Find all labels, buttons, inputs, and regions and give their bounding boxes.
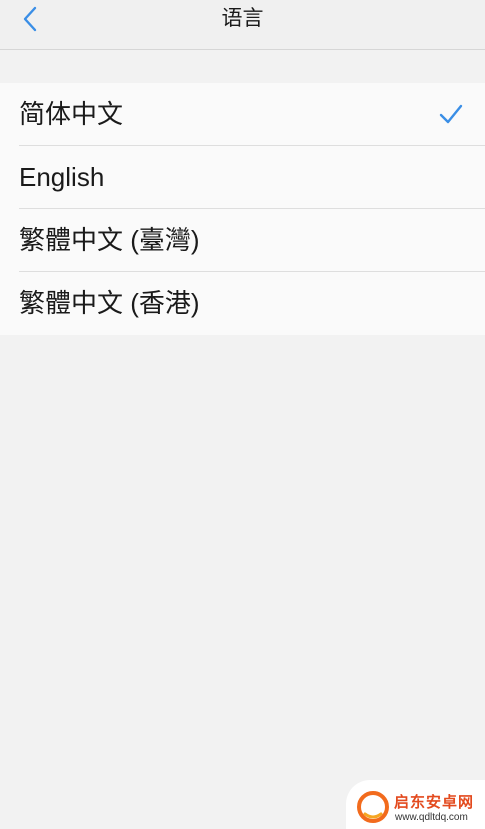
- language-option-simplified-chinese[interactable]: 简体中文: [0, 83, 485, 146]
- language-label: English: [19, 162, 105, 192]
- language-label: 繁體中文 (香港): [19, 288, 200, 318]
- page-title: 语言: [221, 7, 264, 30]
- checkmark-icon: [439, 104, 463, 124]
- language-option-traditional-chinese-taiwan[interactable]: 繁體中文 (臺灣): [0, 209, 485, 272]
- language-option-english[interactable]: English: [0, 146, 485, 209]
- language-list: 简体中文 English 繁體中文 (臺灣) 繁體中文 (香港): [0, 83, 485, 335]
- watermark-title: 启东安卓网: [394, 794, 475, 811]
- language-label: 繁體中文 (臺灣): [19, 225, 200, 255]
- watermark-url: www.qdltdq.com: [395, 812, 468, 823]
- navigation-bar: 语言: [0, 0, 485, 50]
- language-option-traditional-chinese-hongkong[interactable]: 繁體中文 (香港): [0, 272, 485, 335]
- site-watermark: 启东安卓网 www.qdltdq.com: [346, 780, 485, 829]
- watermark-logo-icon: [357, 791, 389, 823]
- language-label: 简体中文: [19, 99, 124, 129]
